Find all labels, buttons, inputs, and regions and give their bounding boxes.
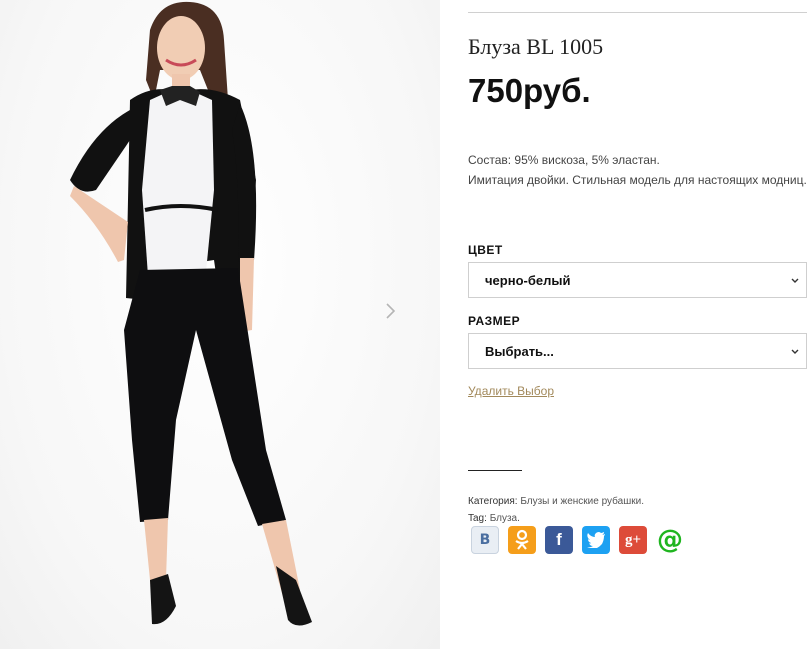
mail-ru-icon: @	[657, 525, 683, 555]
product-photo	[70, 1, 312, 626]
product-description: Состав: 95% вискоза, 5% эластан. Имитаци…	[468, 150, 807, 190]
twitter-icon	[587, 532, 605, 548]
top-divider	[468, 12, 807, 13]
description-line-composition: Состав: 95% вискоза, 5% эластан.	[468, 153, 660, 167]
size-label: РАЗМЕР	[468, 314, 521, 328]
tag-link[interactable]: Блуза.	[490, 513, 520, 524]
chevron-down-icon	[791, 349, 799, 354]
product-image-gallery	[0, 0, 440, 649]
google-plus-icon: g+	[624, 531, 642, 548]
color-select[interactable]: черно-белый	[468, 262, 807, 298]
share-vkontakte-button[interactable]: B	[471, 526, 499, 554]
share-google-plus-button[interactable]: g+	[619, 526, 647, 554]
share-facebook-button[interactable]: f	[545, 526, 573, 554]
category-link[interactable]: Блузы и женские рубашки.	[520, 496, 644, 507]
share-twitter-button[interactable]	[582, 526, 610, 554]
share-mail-ru-button[interactable]: @	[656, 526, 684, 554]
color-select-value: черно-белый	[485, 273, 571, 288]
size-select-value: Выбрать...	[485, 344, 554, 359]
category-label: Категория:	[468, 496, 518, 507]
color-label: ЦВЕТ	[468, 243, 503, 257]
size-select[interactable]: Выбрать...	[468, 333, 807, 369]
facebook-icon: f	[556, 530, 562, 549]
reset-variations-link[interactable]: Удалить Выбор	[468, 384, 554, 398]
tag-label: Tag:	[468, 513, 487, 524]
chevron-down-icon	[791, 278, 799, 283]
meta-divider	[468, 470, 522, 471]
product-tag: Tag: Блуза.	[468, 513, 520, 524]
odnoklassniki-icon	[515, 529, 529, 550]
product-title: Блуза BL 1005	[468, 34, 604, 59]
product-price: 750руб.	[468, 72, 591, 109]
product-category: Категория: Блузы и женские рубашки.	[468, 496, 644, 507]
share-odnoklassniki-button[interactable]	[508, 526, 536, 554]
description-line-style: Имитация двойки. Стильная модель для нас…	[468, 173, 807, 187]
vk-icon: B	[479, 532, 491, 548]
next-image-chevron-icon[interactable]	[381, 300, 399, 322]
